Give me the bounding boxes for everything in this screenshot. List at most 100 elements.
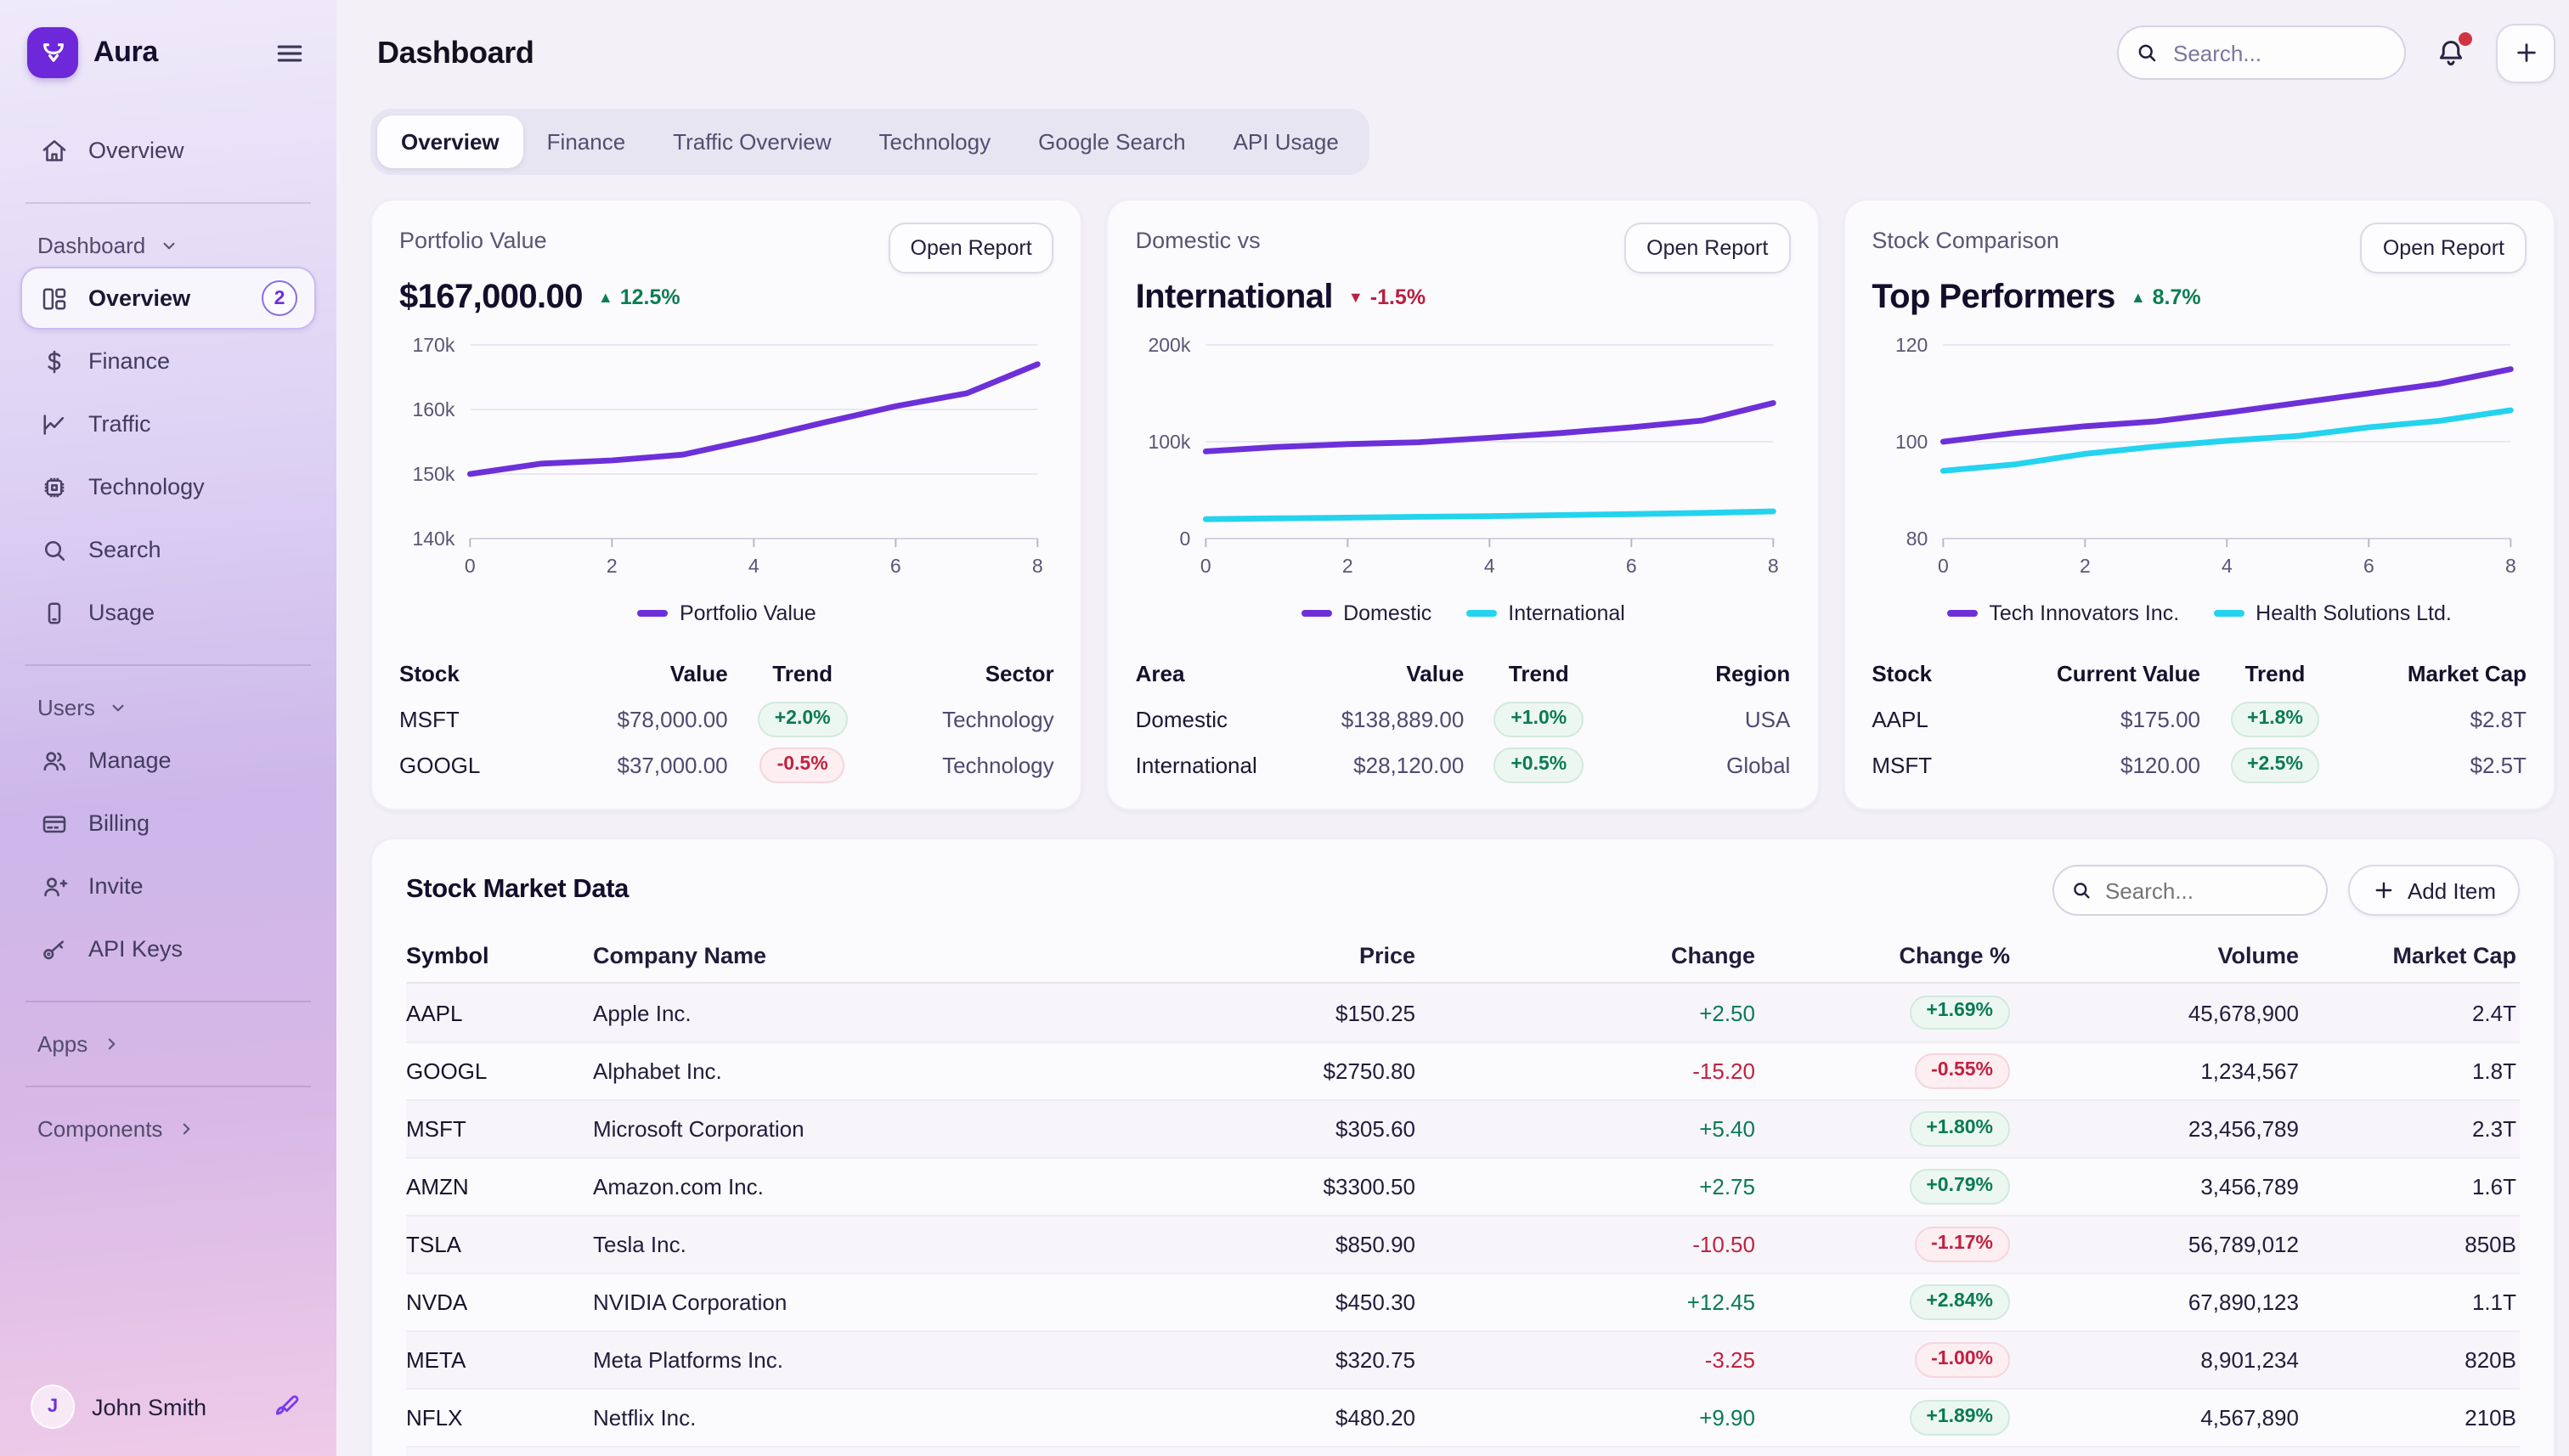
tab-traffic-overview[interactable]: Traffic Overview xyxy=(649,116,855,168)
svg-text:2: 2 xyxy=(607,555,618,577)
column-header: Sector xyxy=(878,660,1054,686)
sidebar-item-billing[interactable]: Billing xyxy=(20,792,316,855)
main-content: Dashboard xyxy=(336,0,2569,1456)
legend-label: Domestic xyxy=(1343,601,1431,625)
table-row: MSFT$120.00+2.5%$2.5T xyxy=(1872,742,2527,788)
column-header: Value xyxy=(549,660,728,686)
delta-badge: ▼-1.5% xyxy=(1348,285,1426,309)
sidebar-item-label: Overview xyxy=(88,138,297,163)
column-header: Symbol xyxy=(406,943,593,968)
line-chart: 8010012002468 xyxy=(1872,328,2527,586)
table-search xyxy=(2052,865,2328,916)
group-label-text: Users xyxy=(37,694,95,720)
sidebar-item-overview-home[interactable]: Overview xyxy=(20,119,316,182)
add-item-button[interactable]: Add Item xyxy=(2348,865,2520,916)
trend-pill: +1.89% xyxy=(1909,1401,2010,1436)
cell-value: $78,000.00 xyxy=(549,707,728,732)
summary-cards-row: Portfolio ValueOpen Report$167,000.00▲12… xyxy=(370,199,2555,810)
cell-change-pct: -1.00% xyxy=(1759,1343,2013,1378)
notifications-button[interactable] xyxy=(2430,31,2472,74)
sidebar-item-api-keys[interactable]: API Keys xyxy=(20,917,316,980)
summary-card: Stock ComparisonOpen ReportTop Performer… xyxy=(1843,199,2555,810)
cell-change: -15.20 xyxy=(1419,1058,1759,1084)
sidebar-item-traffic[interactable]: Traffic xyxy=(20,392,316,455)
cell-market-cap: 1.8T xyxy=(2302,1058,2520,1084)
menu-toggle-button[interactable] xyxy=(267,30,313,76)
open-report-button[interactable]: Open Report xyxy=(2361,223,2527,274)
sidebar-group-users[interactable]: Users xyxy=(20,685,316,729)
legend-swatch xyxy=(2213,611,2244,617)
cell-price: $480.20 xyxy=(1096,1405,1419,1431)
svg-text:0: 0 xyxy=(1180,528,1191,550)
trend-pill: +1.80% xyxy=(1909,1112,2010,1147)
card-title: Domestic vs xyxy=(1136,223,1261,253)
tab-finance[interactable]: Finance xyxy=(523,116,650,168)
line-chart: 0100k200k02468 xyxy=(1136,328,1791,586)
cell-name: MSFT xyxy=(1872,753,2021,778)
svg-text:120: 120 xyxy=(1894,334,1927,356)
sidebar-item-components[interactable]: Components xyxy=(20,1106,316,1150)
trend-pill: +0.5% xyxy=(1493,748,1584,783)
cell-change-pct: +0.79% xyxy=(1759,1170,2013,1205)
sidebar-item-label: Overview xyxy=(88,285,243,311)
table-row: AMZNAmazon.com Inc.$3300.50+2.75+0.79%3,… xyxy=(406,1157,2520,1215)
svg-text:200k: 200k xyxy=(1149,334,1191,356)
table-row: NFLXNetflix Inc.$480.20+9.90+1.89%4,567,… xyxy=(406,1388,2520,1446)
chevron-down-icon xyxy=(107,696,129,718)
trend-pill: +2.5% xyxy=(2230,748,2320,783)
theme-button[interactable] xyxy=(267,1387,306,1426)
table-row: GOOGLAlphabet Inc.$2750.80-15.20-0.55%1,… xyxy=(406,1041,2520,1099)
open-report-button[interactable]: Open Report xyxy=(1624,223,1790,274)
column-header: Trend xyxy=(728,660,878,686)
cell-symbol: TSLA xyxy=(406,1232,593,1257)
user-row[interactable]: J John Smith xyxy=(20,1378,316,1436)
table-search-input[interactable] xyxy=(2052,865,2328,916)
column-header: Market Cap xyxy=(2350,660,2527,686)
legend-label: Portfolio Value xyxy=(680,601,816,625)
sidebar-item-technology[interactable]: Technology xyxy=(20,455,316,518)
sidebar-group-dashboard[interactable]: Dashboard xyxy=(20,223,316,267)
sidebar-item-finance[interactable]: Finance xyxy=(20,330,316,392)
cell-market-cap: 1.6T xyxy=(2302,1174,2520,1199)
sidebar-item-label: Traffic xyxy=(88,411,297,437)
stock-market-card: Stock Market Data A xyxy=(370,838,2555,1456)
legend-swatch xyxy=(1301,611,1331,617)
column-header: Change % xyxy=(1759,943,2013,968)
cell-company: Tesla Inc. xyxy=(593,1232,1096,1257)
card-table: StockCurrent ValueTrendMarket CapAAPL$17… xyxy=(1872,649,2527,788)
cell-value: $37,000.00 xyxy=(549,753,728,778)
cell-volume: 56,789,012 xyxy=(2013,1232,2302,1257)
cell-company: Apple Inc. xyxy=(593,1000,1096,1025)
tab-overview[interactable]: Overview xyxy=(377,116,523,168)
group-label-text: Apps xyxy=(37,1030,88,1056)
cell-company: Microsoft Corporation xyxy=(593,1116,1096,1142)
tab-technology[interactable]: Technology xyxy=(855,116,1015,168)
add-button[interactable] xyxy=(2496,23,2555,82)
cell-market-cap: 820B xyxy=(2302,1347,2520,1373)
aura-logo-icon xyxy=(27,27,78,78)
sidebar-item-manage[interactable]: Manage xyxy=(20,729,316,792)
open-report-button[interactable]: Open Report xyxy=(889,223,1054,274)
line-chart: 140k150k160k170k02468 xyxy=(399,328,1054,586)
user-name: John Smith xyxy=(92,1394,250,1419)
tab-google-search[interactable]: Google Search xyxy=(1014,116,1209,168)
search-icon xyxy=(39,534,70,565)
sidebar-item-search[interactable]: Search xyxy=(20,518,316,581)
svg-text:100k: 100k xyxy=(1149,431,1191,453)
chart-legend: Tech Innovators Inc.Health Solutions Ltd… xyxy=(1872,598,2527,629)
tab-bar: OverviewFinanceTraffic OverviewTechnolog… xyxy=(370,109,1369,175)
sidebar-item-overview[interactable]: Overview 2 xyxy=(20,267,316,330)
sidebar-item-invite[interactable]: Invite xyxy=(20,855,316,917)
column-header: Value xyxy=(1285,660,1465,686)
legend-label: Tech Innovators Inc. xyxy=(1989,601,2179,625)
tab-api-usage[interactable]: API Usage xyxy=(1210,116,1363,168)
sidebar-item-apps[interactable]: Apps xyxy=(20,1021,316,1065)
sidebar-item-usage[interactable]: Usage xyxy=(20,581,316,644)
card-value: International xyxy=(1136,278,1333,317)
cell-market-cap: 850B xyxy=(2302,1232,2520,1257)
up-arrow-icon: ▲ xyxy=(2131,289,2146,306)
trend-pill: +1.0% xyxy=(1493,703,1584,737)
search-input[interactable] xyxy=(2117,25,2406,80)
cell-change: -10.50 xyxy=(1419,1232,1759,1257)
cell-trend: +0.5% xyxy=(1464,748,1613,783)
